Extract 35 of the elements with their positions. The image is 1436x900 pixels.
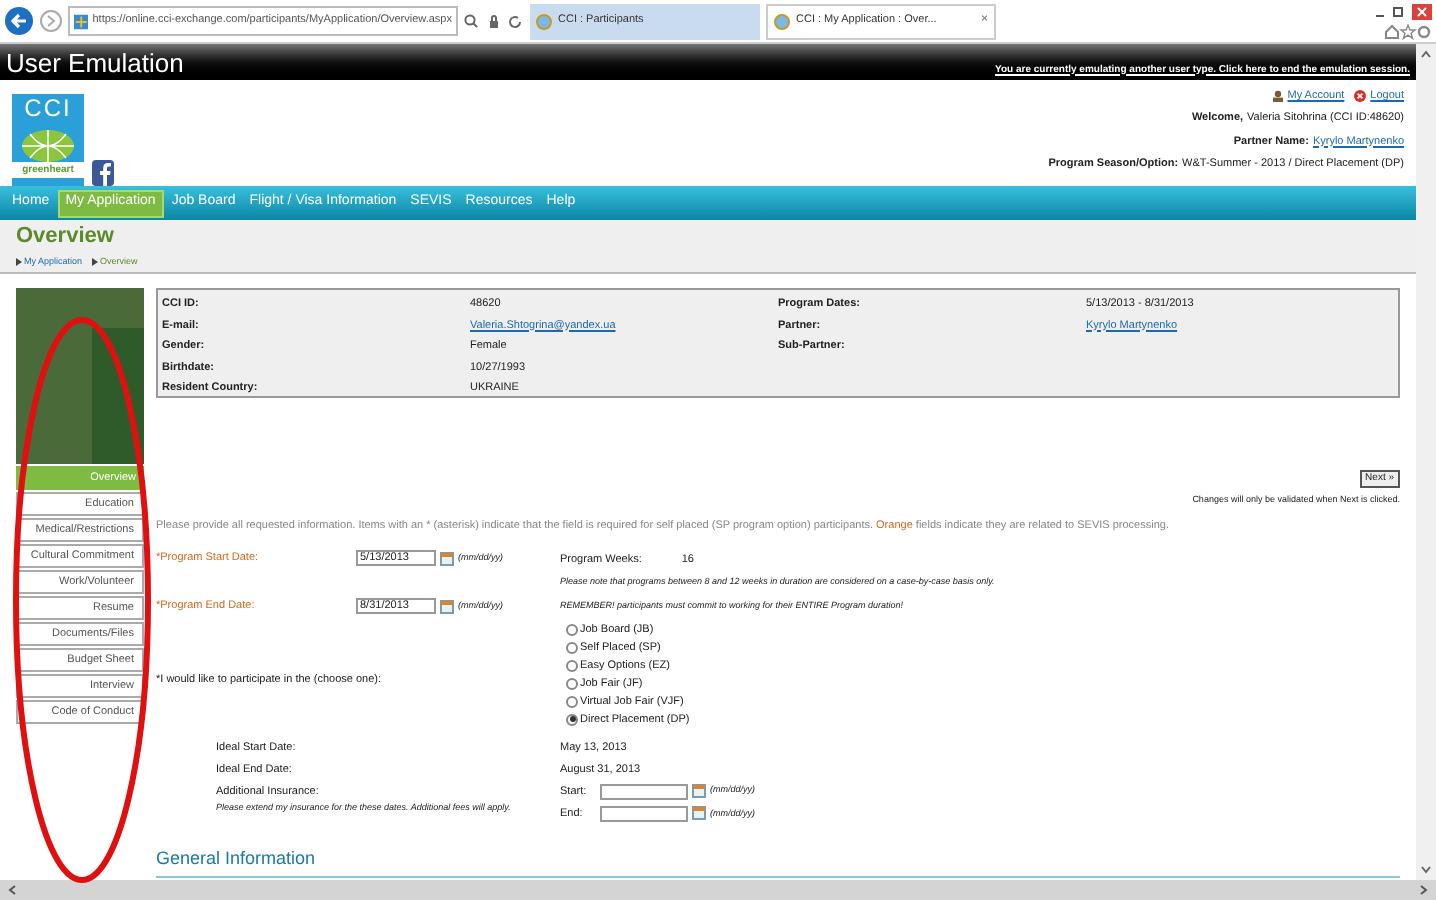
page-icon — [536, 13, 552, 29]
radio-button[interactable] — [566, 713, 578, 726]
calendar-icon[interactable] — [692, 784, 706, 799]
section-heading: General Information — [156, 848, 316, 868]
vertical-scrollbar[interactable] — [1416, 44, 1436, 880]
date-field[interactable] — [600, 805, 688, 822]
logo-text: CCI — [24, 94, 72, 122]
radio-button[interactable] — [566, 641, 578, 654]
radio-button[interactable] — [566, 677, 578, 690]
scroll-right-icon[interactable] — [1420, 884, 1428, 896]
scroll-left-icon[interactable] — [8, 884, 16, 896]
close-circle-icon — [1354, 90, 1367, 103]
user-icon — [1271, 90, 1284, 103]
toolbar-icons[interactable] — [1384, 23, 1432, 39]
horizontal-scrollbar[interactable] — [0, 880, 1436, 900]
triangle-icon — [92, 258, 99, 267]
scroll-down-icon[interactable] — [1420, 866, 1432, 874]
calendar-icon[interactable] — [440, 599, 454, 613]
date-field[interactable] — [600, 783, 688, 800]
page-icon — [774, 13, 790, 29]
address-toolbar-icon[interactable] — [464, 13, 524, 29]
site-icon — [74, 13, 89, 29]
scroll-up-icon[interactable] — [1420, 50, 1432, 58]
calendar-icon[interactable] — [692, 806, 706, 821]
radio-button[interactable] — [566, 695, 578, 708]
window-controls-icon[interactable] — [1372, 3, 1432, 19]
calendar-icon[interactable] — [440, 551, 454, 565]
radio-button[interactable] — [566, 623, 578, 636]
facebook-icon[interactable] — [92, 160, 114, 186]
back-icon[interactable] — [4, 6, 34, 36]
page-title: Overview — [16, 224, 116, 250]
radio-button[interactable] — [566, 659, 578, 672]
triangle-icon — [16, 258, 22, 267]
emulation-title: User Emulation — [6, 48, 184, 80]
forward-icon[interactable] — [40, 10, 62, 32]
